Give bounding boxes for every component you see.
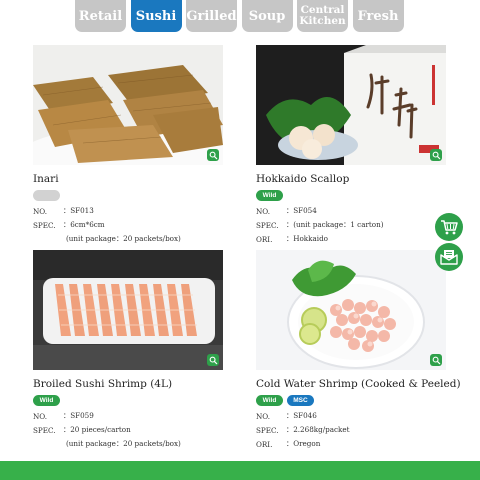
product-specs: NO. ：SF013 SPEC. ：6cm*6cm (unit package：20… [33,204,225,246]
spec-value: ：6cm*6cm [63,220,105,229]
product-photo-broiled-sushi-shrimp[interactable] [33,250,223,370]
no-value: ：SF054 [286,206,317,215]
product-specs: NO. ：SF059 SPEC. ：20 pieces/carton (unit p… [33,409,225,451]
email-icon [440,250,458,265]
badge-row: Wild MSC [256,395,448,406]
ori-label: ORI. [256,234,273,244]
no-value: ：SF059 [63,411,94,420]
tab-central-kitchen[interactable]: Central Kitchen [297,0,348,32]
product-photo-inari[interactable] [33,45,223,165]
product-card-inari: Inari NO. ：SF013 SPEC. ：6cm*6cm (unit pack… [33,45,225,246]
product-photo-cold-water-shrimp[interactable] [256,250,446,370]
badge-wild: Wild [33,395,60,406]
spec-extra: (unit package：20 packets/box) [66,439,181,448]
zoom-icon[interactable] [207,149,219,161]
badge-row [33,190,225,201]
ori-label: ORI. [256,439,273,449]
product-title[interactable]: Hokkaido Scallop [256,173,448,186]
product-title[interactable]: Inari [33,173,225,186]
inari-image [33,45,223,165]
badge-msc: MSC [287,395,314,406]
bottom-bar [0,461,480,480]
tab-soup[interactable]: Soup [241,0,293,32]
spec-label: SPEC. [33,425,56,435]
category-tabs: Retail Sushi Grilled Soup Central Kitche… [75,0,408,32]
tab-fresh[interactable]: Fresh [352,0,404,32]
spec-label: SPEC. [33,220,56,230]
zoom-icon[interactable] [430,149,442,161]
cart-button[interactable] [435,213,463,241]
no-value: ：SF013 [63,206,94,215]
email-button[interactable] [435,243,463,271]
no-label: NO. [256,206,271,216]
badge-wild: Wild [256,190,283,201]
tab-retail[interactable]: Retail [75,0,126,32]
product-card-cold-water-shrimp: Cold Water Shrimp (Cooked & Peeled) Wild… [256,250,461,451]
zoom-icon[interactable] [430,354,442,366]
no-label: NO. [33,206,48,216]
badge-placeholder [33,190,60,201]
no-value: ：SF046 [286,411,317,420]
product-specs: NO. ：SF054 SPEC. ：(unit package：1 carton) … [256,204,448,246]
cart-icon [441,220,458,235]
badge-row: Wild [256,190,448,201]
spec-value: ：2.268kg/packet [286,425,350,434]
product-card-hokkaido-scallop: Hokkaido Scallop Wild NO. ：SF054 SPEC. ：(u… [256,45,448,246]
spec-value: ：20 pieces/carton [63,425,131,434]
no-label: NO. [256,411,271,421]
scallop-image [256,45,446,165]
tab-sushi[interactable]: Sushi [130,0,182,32]
product-specs: NO. ：SF046 SPEC. ：2.268kg/packet ORI. ：Oreg… [256,409,448,451]
product-card-broiled-sushi-shrimp: Broiled Sushi Shrimp (4L) Wild NO. ：SF059… [33,250,225,451]
no-label: NO. [33,411,48,421]
tab-grilled[interactable]: Grilled [186,0,237,32]
product-photo-hokkaido-scallop[interactable] [256,45,446,165]
badge-row: Wild [33,395,225,406]
badge-wild: Wild [256,395,283,406]
ori-value: ：Hokkaido [286,234,329,243]
zoom-icon[interactable] [207,354,219,366]
spec-label: SPEC. [256,425,279,435]
spec-extra: (unit package：20 packets/box) [66,234,181,243]
spec-label: SPEC. [256,220,279,230]
broiled-shrimp-image [33,250,223,370]
cold-water-shrimp-image [256,250,446,370]
product-title[interactable]: Cold Water Shrimp (Cooked & Peeled) [256,378,461,391]
ori-value: ：Oregon [286,439,321,448]
spec-value: ：(unit package：1 carton) [286,220,384,229]
product-title[interactable]: Broiled Sushi Shrimp (4L) [33,378,225,391]
